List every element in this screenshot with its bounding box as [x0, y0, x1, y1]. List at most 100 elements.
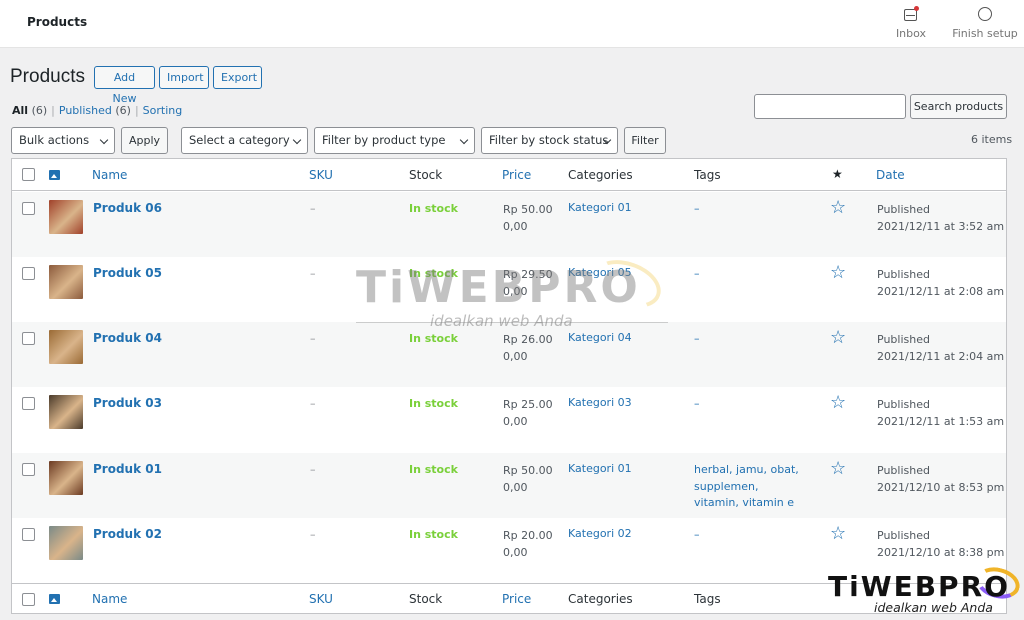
search-input[interactable]	[754, 94, 906, 119]
product-type-select[interactable]: Filter by product type	[314, 127, 475, 154]
view-published[interactable]: Published	[59, 104, 112, 117]
date-value: Published 2021/12/11 at 1:53 am	[877, 398, 1005, 428]
product-name-link[interactable]: Produk 01	[93, 462, 162, 476]
category-link[interactable]: Kategori 02	[568, 527, 632, 540]
column-date[interactable]: Date	[876, 168, 905, 182]
tags-value[interactable]: –	[694, 201, 804, 218]
category-select[interactable]: Select a category	[181, 127, 308, 154]
column-price[interactable]: Price	[502, 168, 531, 182]
items-count: 6 items	[971, 133, 1013, 146]
featured-star-icon[interactable]: ☆	[830, 262, 846, 283]
chevron-down-icon	[459, 135, 469, 145]
product-name-link[interactable]: Produk 04	[93, 331, 162, 345]
product-name-link[interactable]: Produk 05	[93, 266, 162, 280]
stock-status: In stock	[409, 463, 458, 476]
status-views: All (6) | Published (6) | Sorting	[12, 104, 183, 117]
column-tags-footer: Tags	[694, 592, 721, 606]
inbox-icon	[902, 6, 920, 24]
column-sku[interactable]: SKU	[309, 168, 333, 182]
sku-value: –	[310, 332, 316, 345]
table-row: Produk 01 – In stock Rp 50.00 0,00 Kategori 0…	[12, 453, 1006, 518]
category-link[interactable]: Kategori 03	[568, 396, 632, 409]
column-categories-footer: Categories	[568, 592, 633, 606]
product-name-link[interactable]: Produk 03	[93, 396, 162, 410]
date-value: Published 2021/12/11 at 2:04 am	[877, 333, 1005, 363]
product-name-link[interactable]: Produk 06	[93, 201, 162, 215]
product-name-link[interactable]: Produk 02	[93, 527, 162, 541]
sku-value: –	[310, 267, 316, 280]
tags-value[interactable]: –	[694, 266, 804, 283]
row-checkbox[interactable]	[22, 267, 35, 280]
price-value: Rp 20.00 0,00	[503, 529, 553, 559]
column-sku-footer[interactable]: SKU	[309, 592, 333, 606]
table-row: Produk 04 – In stock Rp 26.00 0,00 Kategori 0…	[12, 322, 1006, 387]
apply-button[interactable]: Apply	[121, 127, 168, 154]
chevron-down-icon	[99, 135, 109, 145]
category-link[interactable]: Kategori 04	[568, 331, 632, 344]
table-row: Produk 03 – In stock Rp 25.00 0,00 Kategori 0…	[12, 387, 1006, 452]
category-link[interactable]: Kategori 01	[568, 462, 632, 475]
column-name-footer[interactable]: Name	[92, 592, 127, 606]
row-checkbox[interactable]	[22, 463, 35, 476]
view-all-count: (6)	[31, 104, 48, 117]
tags-value[interactable]: –	[694, 396, 804, 413]
bulk-actions-select[interactable]: Bulk actions	[11, 127, 115, 154]
column-stock: Stock	[409, 168, 443, 182]
tags-value[interactable]: –	[694, 331, 804, 348]
row-checkbox[interactable]	[22, 332, 35, 345]
price-value: Rp 50.00 0,00	[503, 203, 553, 233]
product-thumbnail[interactable]	[49, 330, 83, 364]
category-link[interactable]: Kategori 01	[568, 201, 632, 214]
select-all-checkbox[interactable]	[22, 168, 35, 181]
stock-status-select[interactable]: Filter by stock status	[481, 127, 618, 154]
filter-button[interactable]: Filter	[624, 127, 666, 154]
row-checkbox[interactable]	[22, 528, 35, 541]
chevron-down-icon	[292, 135, 302, 145]
featured-star-icon[interactable]: ☆	[830, 197, 846, 218]
import-button[interactable]: Import	[159, 66, 209, 89]
column-stock-footer: Stock	[409, 592, 443, 606]
top-bar: Products Inbox Finish setup	[0, 0, 1024, 48]
product-thumbnail[interactable]	[49, 200, 83, 234]
product-thumbnail[interactable]	[49, 526, 83, 560]
product-thumbnail[interactable]	[49, 395, 83, 429]
inbox-button[interactable]: Inbox	[893, 6, 929, 40]
row-checkbox[interactable]	[22, 397, 35, 410]
featured-star-icon[interactable]: ☆	[830, 392, 846, 413]
progress-circle-icon	[976, 6, 994, 24]
search-products-button[interactable]: Search products	[910, 94, 1007, 119]
export-button[interactable]: Export	[213, 66, 262, 89]
tags-value[interactable]: herbal, jamu, obat, supplemen, vitamin, …	[694, 462, 804, 512]
view-all[interactable]: All	[12, 104, 28, 117]
products-table: Name SKU Stock Price Categories Tags ★ D…	[11, 158, 1007, 614]
view-published-count: (6)	[115, 104, 131, 117]
tags-value[interactable]: –	[694, 527, 804, 544]
table-header: Name SKU Stock Price Categories Tags ★ D…	[12, 159, 1006, 191]
column-name[interactable]: Name	[92, 168, 127, 182]
featured-star-icon[interactable]: ★	[832, 167, 843, 181]
column-tags: Tags	[694, 168, 721, 182]
category-link[interactable]: Kategori 05	[568, 266, 632, 279]
inbox-label: Inbox	[895, 27, 927, 40]
price-value: Rp 25.00 0,00	[503, 398, 553, 428]
table-row: Produk 05 – In stock Rp 29.50 0,00 Kategori 0…	[12, 257, 1006, 322]
view-sorting[interactable]: Sorting	[143, 104, 183, 117]
finish-setup-button[interactable]: Finish setup	[952, 6, 1018, 40]
topbar-title: Products	[27, 15, 88, 29]
sku-value: –	[310, 463, 316, 476]
date-value: Published 2021/12/10 at 8:38 pm	[877, 529, 1005, 559]
stock-status: In stock	[409, 267, 458, 280]
select-all-checkbox-footer[interactable]	[22, 593, 35, 606]
sku-value: –	[310, 397, 316, 410]
featured-star-icon[interactable]: ☆	[830, 458, 846, 479]
featured-star-icon[interactable]: ☆	[830, 523, 846, 544]
stock-status: In stock	[409, 332, 458, 345]
featured-star-icon[interactable]: ☆	[830, 327, 846, 348]
add-new-button[interactable]: Add New	[94, 66, 155, 105]
product-thumbnail[interactable]	[49, 461, 83, 495]
row-checkbox[interactable]	[22, 202, 35, 215]
table-footer: Name SKU Stock Price Categories Tags	[12, 583, 1006, 614]
product-thumbnail[interactable]	[49, 265, 83, 299]
column-price-footer[interactable]: Price	[502, 592, 531, 606]
image-icon	[49, 170, 60, 180]
